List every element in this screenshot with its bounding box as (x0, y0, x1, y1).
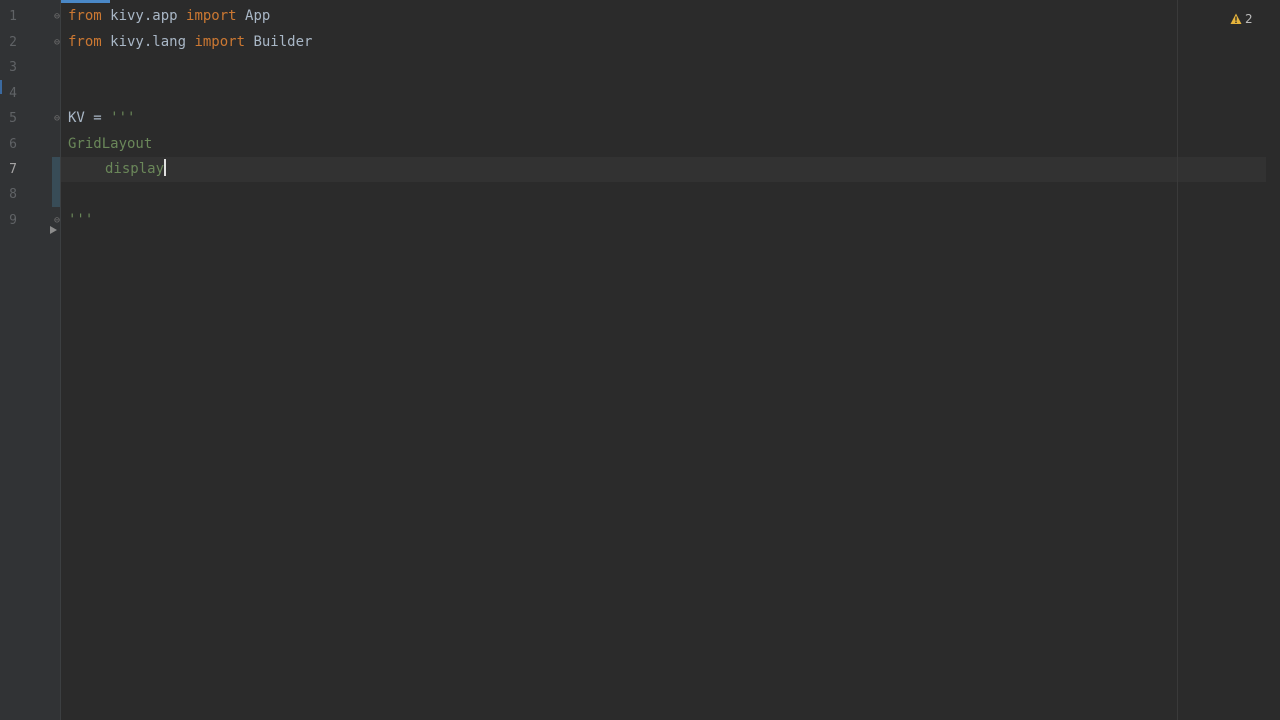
fold-end-icon[interactable]: ⊖ (54, 215, 63, 226)
fold-start-icon[interactable]: ⊖ (54, 11, 63, 22)
modified-lines-marker[interactable] (52, 157, 60, 207)
line-number-current: 7 (9, 162, 17, 177)
keyword: import (194, 34, 246, 50)
code-line-5[interactable]: KV = ''' (68, 106, 135, 131)
operator: = (84, 110, 111, 126)
module-name: kivy.lang (101, 34, 195, 50)
string-literal: ''' (110, 110, 136, 126)
module-name: kivy.app (101, 8, 187, 24)
keyword: import (186, 8, 237, 24)
line-number: 5 (9, 111, 17, 126)
fold-end-icon[interactable]: ⊖ (54, 37, 63, 48)
line-number: 6 (9, 137, 17, 152)
warning-count: 2 (1245, 12, 1253, 26)
text-caret (164, 159, 167, 176)
line-number: 4 (9, 86, 17, 101)
fold-start-icon[interactable]: ⊖ (54, 113, 63, 124)
inspection-widget[interactable]: 2 (1230, 10, 1253, 28)
line-number-gutter[interactable]: 1 2 3 4 5 6 7 8 9 ⊖ ⊖ ⊖ ⊖ (0, 0, 61, 720)
line-number: 3 (9, 60, 17, 75)
vertical-scrollbar[interactable] (1266, 0, 1280, 720)
string-literal: GridLayout (68, 136, 153, 152)
run-arrow-icon[interactable] (50, 226, 57, 234)
current-line-highlight (61, 157, 1280, 182)
right-margin-guide (1177, 0, 1178, 720)
line-number: 2 (9, 35, 17, 50)
warning-triangle-icon (1230, 13, 1242, 24)
identifier: KV (68, 110, 85, 126)
line-number: 9 (9, 213, 17, 228)
identifier: App (236, 8, 271, 24)
string-literal: ''' (68, 212, 94, 228)
string-literal: display (105, 161, 165, 177)
code-editor[interactable]: 1 2 3 4 5 6 7 8 9 ⊖ ⊖ ⊖ ⊖ from kivy.app … (0, 0, 1280, 720)
identifier: Builder (245, 34, 313, 50)
line-number: 1 (9, 9, 17, 24)
code-line-7[interactable]: display (68, 157, 167, 182)
keyword: from (68, 8, 102, 24)
keyword: from (68, 34, 102, 50)
line-number: 8 (9, 187, 17, 202)
code-line-2[interactable]: from kivy.lang import Builder (68, 30, 312, 55)
code-line-9[interactable]: ''' (68, 208, 93, 233)
code-line-1[interactable]: from kivy.app import App (68, 4, 270, 29)
code-line-6[interactable]: GridLayout (68, 132, 152, 157)
